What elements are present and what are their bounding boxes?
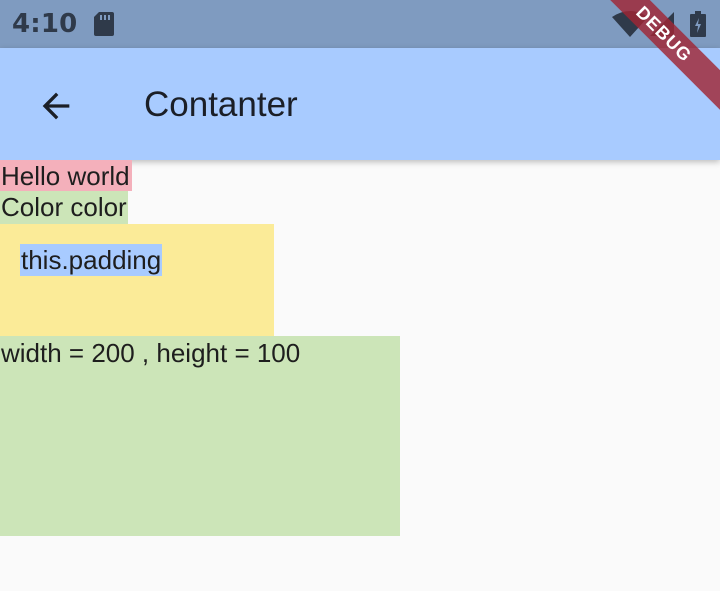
arrow-back-icon — [42, 92, 70, 120]
wifi-icon — [612, 11, 648, 37]
signal-icon — [650, 12, 674, 36]
status-bar: 4:10 — [0, 0, 720, 48]
padding-container: this.padding — [0, 224, 274, 336]
sized-container-text: width = 200 , height = 100 — [1, 338, 301, 368]
sd-card-icon — [94, 12, 114, 36]
padding-text: this.padding — [20, 244, 163, 276]
page-title: Contanter — [144, 85, 298, 124]
color-container: Color color — [0, 191, 128, 224]
content-area: Hello world Color color this.padding wid… — [0, 160, 720, 591]
app-bar: Contanter — [0, 48, 720, 160]
status-time: 4:10 — [12, 9, 78, 39]
sized-container: width = 200 , height = 100 — [0, 336, 400, 536]
battery-icon — [690, 11, 706, 37]
back-button[interactable] — [28, 78, 84, 134]
hello-world-container: Hello world — [0, 160, 132, 191]
